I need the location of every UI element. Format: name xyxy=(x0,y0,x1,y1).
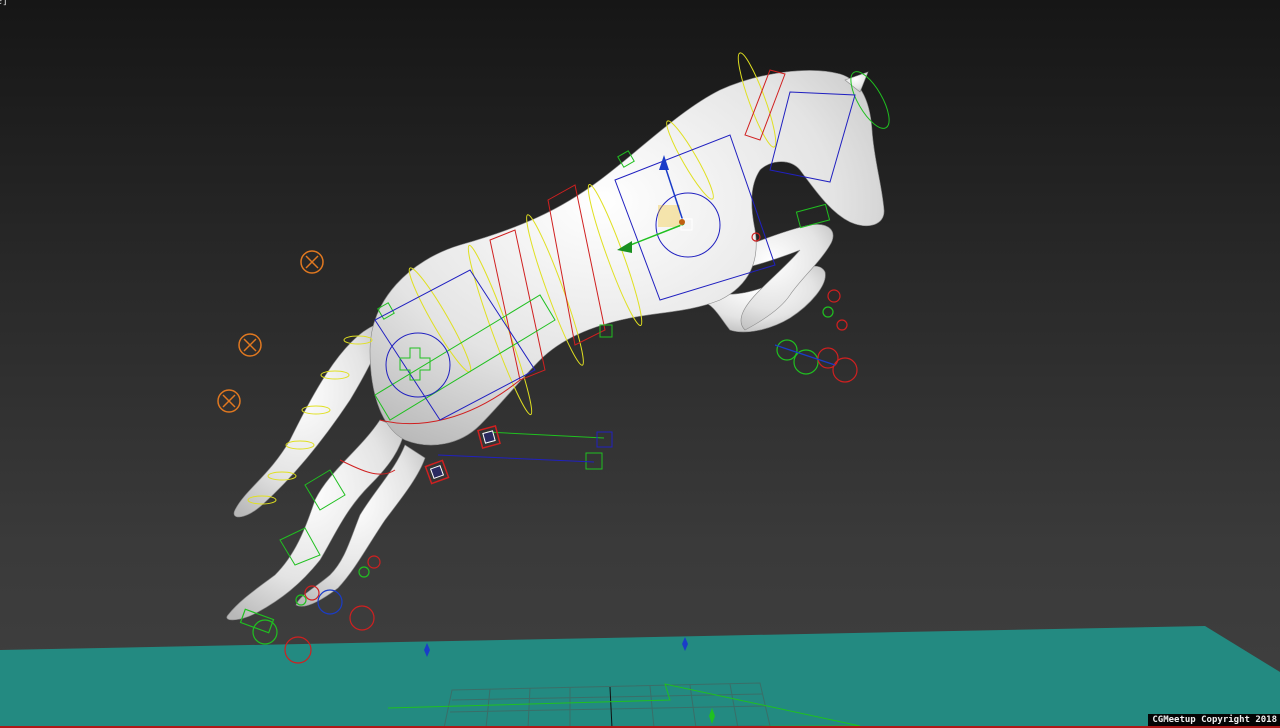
viewport-3d[interactable] xyxy=(0,0,1280,728)
tail-helper-controls[interactable] xyxy=(217,250,324,413)
ground-shadow xyxy=(0,626,1280,728)
copyright-watermark: CGMeetup Copyright 2018 xyxy=(1148,714,1280,726)
horse-model[interactable] xyxy=(226,70,885,621)
